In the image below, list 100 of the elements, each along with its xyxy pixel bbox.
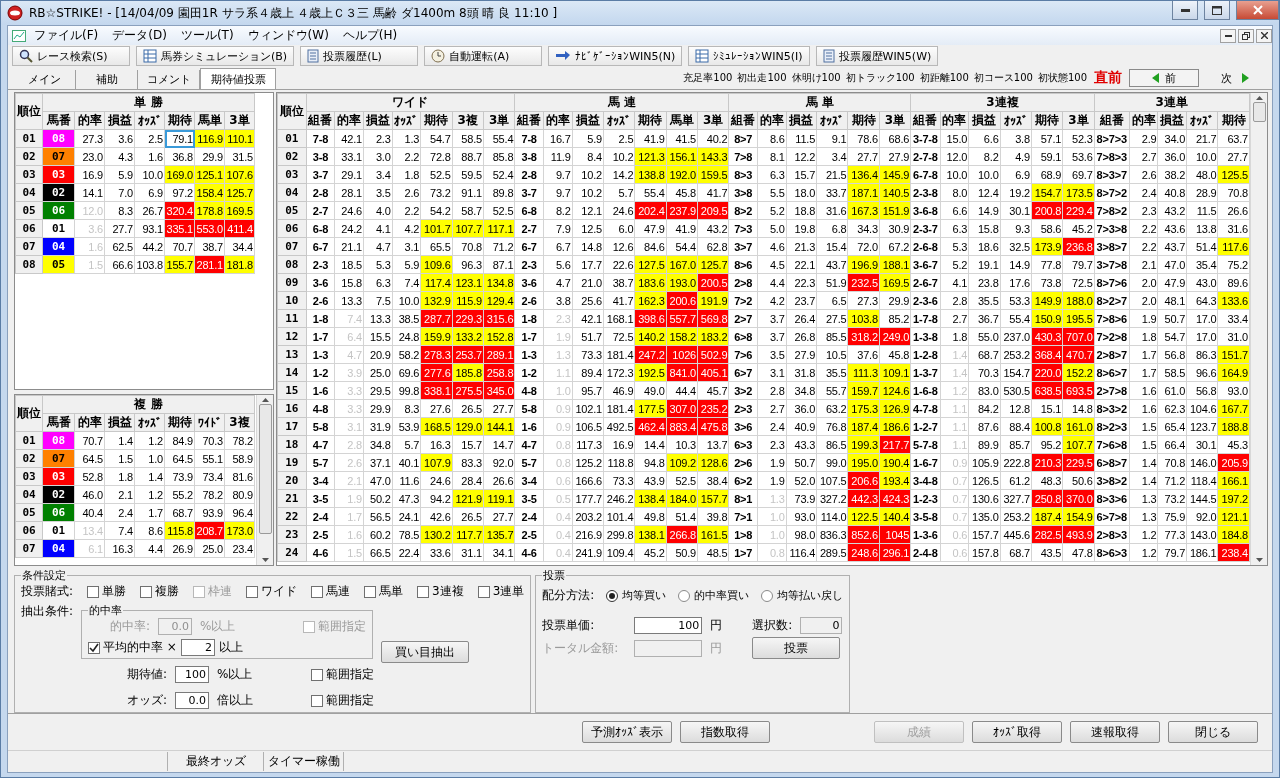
checkbox[interactable]: 範囲指定 — [311, 692, 374, 709]
radio-button[interactable]: 均等買い — [606, 588, 667, 603]
group-header: 3連単 — [1094, 93, 1250, 112]
extract-button[interactable]: 買い目抽出 — [381, 641, 470, 663]
table-icon — [143, 49, 157, 63]
search-icon — [19, 49, 33, 63]
group-header: 単 勝 — [42, 93, 255, 112]
menu-item[interactable]: ツール(T) — [174, 27, 240, 44]
table-icon — [695, 49, 710, 63]
radio-button[interactable]: 的中率買い — [678, 588, 750, 603]
arrow-icon — [555, 50, 572, 62]
restore-button[interactable] — [1238, 28, 1254, 43]
scroll-up-icon[interactable] — [261, 398, 269, 402]
scroll-down-icon[interactable] — [261, 558, 269, 562]
maximize-button[interactable] — [1204, 1, 1230, 20]
checkbox[interactable]: 複勝 — [140, 583, 180, 600]
scroll-thumb[interactable] — [1252, 102, 1266, 122]
indicator-label: 初トラック100 — [845, 71, 915, 85]
checkbox[interactable]: 馬単 — [364, 583, 404, 600]
action-button[interactable]: 閉じる — [1168, 721, 1258, 743]
unit-label: 円 — [710, 617, 723, 634]
close-button[interactable] — [1256, 28, 1272, 43]
timing-label: 直前 — [1094, 69, 1122, 87]
indicator-label: 充足率100 — [683, 71, 733, 85]
group-title: 条件設定 — [21, 568, 67, 583]
left-triangle-icon — [1152, 73, 1159, 83]
group-title: 投票 — [542, 568, 567, 583]
indicator-label: 初状態100 — [1037, 71, 1087, 85]
checkbox[interactable]: 3連単 — [477, 583, 525, 600]
expected-field[interactable]: 100 — [175, 666, 209, 683]
minimize-button[interactable] — [1172, 1, 1198, 20]
unit-price-field[interactable]: 100 — [634, 617, 703, 634]
toolbar-button[interactable]: 馬券シミュレーション(B) — [136, 46, 295, 66]
unit-label: %以上 — [200, 618, 236, 635]
menu-item[interactable]: ファイル(F) — [28, 27, 105, 44]
average-hit-field[interactable]: 2 — [180, 639, 215, 656]
column-header: 順位 — [277, 93, 307, 130]
minimize-button[interactable] — [1220, 28, 1236, 43]
document-icon — [307, 49, 320, 63]
close-icon — [1260, 32, 1268, 39]
group-header: 3連複 — [910, 93, 1095, 112]
checkbox[interactable]: 3連複 — [417, 583, 464, 600]
action-button[interactable]: 予測ｵｯｽﾞ表示 — [582, 721, 672, 743]
unit-label: 以上 — [218, 639, 243, 656]
close-icon — [1252, 5, 1263, 15]
restore-icon — [1242, 31, 1250, 40]
field-label: 選択数: — [752, 617, 793, 634]
column-header: 順位 — [15, 93, 43, 130]
checkbox[interactable]: 単勝 — [87, 583, 127, 600]
minimize-icon — [1224, 34, 1232, 37]
check-icon — [89, 642, 100, 653]
field-label: 期待値: — [125, 666, 167, 683]
tab[interactable]: 期待値投票 — [200, 68, 276, 89]
vote-button[interactable]: 投票 — [752, 637, 841, 659]
field-label: オッズ: — [125, 692, 167, 709]
window-title: RB☆STRIKE! - [14/04/09 園田1R サラ系４歳上 ４歳上Ｃ３三 馬齢 ダ1400m 8頭 晴 良 11:10 ] — [29, 4, 559, 22]
group-header: 複 勝 — [42, 395, 255, 414]
toolbar-button[interactable]: 投票履歴(L) — [300, 46, 419, 66]
toolbar-button[interactable]: レース検索(S) — [12, 46, 130, 66]
group-title: 的中率 — [88, 603, 124, 618]
menu-item[interactable]: ヘルプ(H) — [336, 27, 404, 44]
radio-button[interactable]: 均等払い戻し — [761, 588, 844, 603]
menu-item[interactable]: データ(D) — [106, 27, 173, 44]
field-label: 抽出条件: — [21, 603, 74, 620]
checkbox[interactable]: 馬連 — [311, 583, 351, 600]
scrollbar[interactable] — [256, 395, 273, 565]
right-triangle-icon — [1242, 73, 1249, 83]
toolbar-button[interactable]: ｼﾐｭﾚｰｼｮﾝWIN5(I) — [688, 46, 810, 66]
document-icon — [822, 49, 835, 63]
indicator-label: 休明け100 — [791, 71, 841, 85]
field-label: 投票単価: — [542, 617, 596, 634]
action-button[interactable]: ｵｯｽﾞ取得 — [972, 721, 1062, 743]
checkbox[interactable]: 平均的中率 × — [88, 639, 177, 656]
action-button[interactable]: 指数取得 — [680, 721, 770, 743]
unit-label: 円 — [710, 639, 723, 657]
scroll-up-icon[interactable] — [1255, 96, 1263, 100]
app-icon — [7, 5, 23, 21]
indicator-label: 初距離100 — [919, 71, 969, 85]
field-label: トータル金額: — [542, 639, 620, 657]
toolbar-button[interactable]: ﾅﾋﾞｹﾞｰｼｮﾝWIN5(N) — [548, 46, 683, 66]
chart-icon — [12, 29, 26, 42]
toolbar-button[interactable]: 投票履歴WIN5(W) — [815, 46, 939, 66]
scrollbar[interactable] — [1250, 93, 1267, 565]
scroll-thumb[interactable] — [258, 404, 272, 534]
scroll-down-icon[interactable] — [1255, 558, 1263, 562]
status-text: 最終オッズ — [168, 752, 264, 771]
toolbar-button[interactable]: 自動運転(A) — [424, 46, 543, 66]
field-label: 配分方法: — [542, 587, 595, 604]
column-header: 順位 — [15, 395, 43, 432]
clock-icon — [431, 49, 446, 63]
action-button[interactable]: 速報取得 — [1070, 721, 1160, 743]
menu-item[interactable]: ウィンドウ(W) — [241, 27, 335, 44]
previous-button[interactable]: 前 — [1129, 69, 1199, 87]
field-label: 投票賭式: — [21, 583, 74, 600]
indicator-label: 初コース100 — [973, 71, 1033, 85]
next-button[interactable]: 次 — [1204, 69, 1266, 87]
odds-field[interactable]: 0.0 — [175, 692, 209, 709]
checkbox[interactable]: ワイド — [246, 583, 298, 600]
checkbox[interactable]: 範囲指定 — [311, 666, 374, 683]
group-header: 馬 連 — [514, 93, 729, 112]
